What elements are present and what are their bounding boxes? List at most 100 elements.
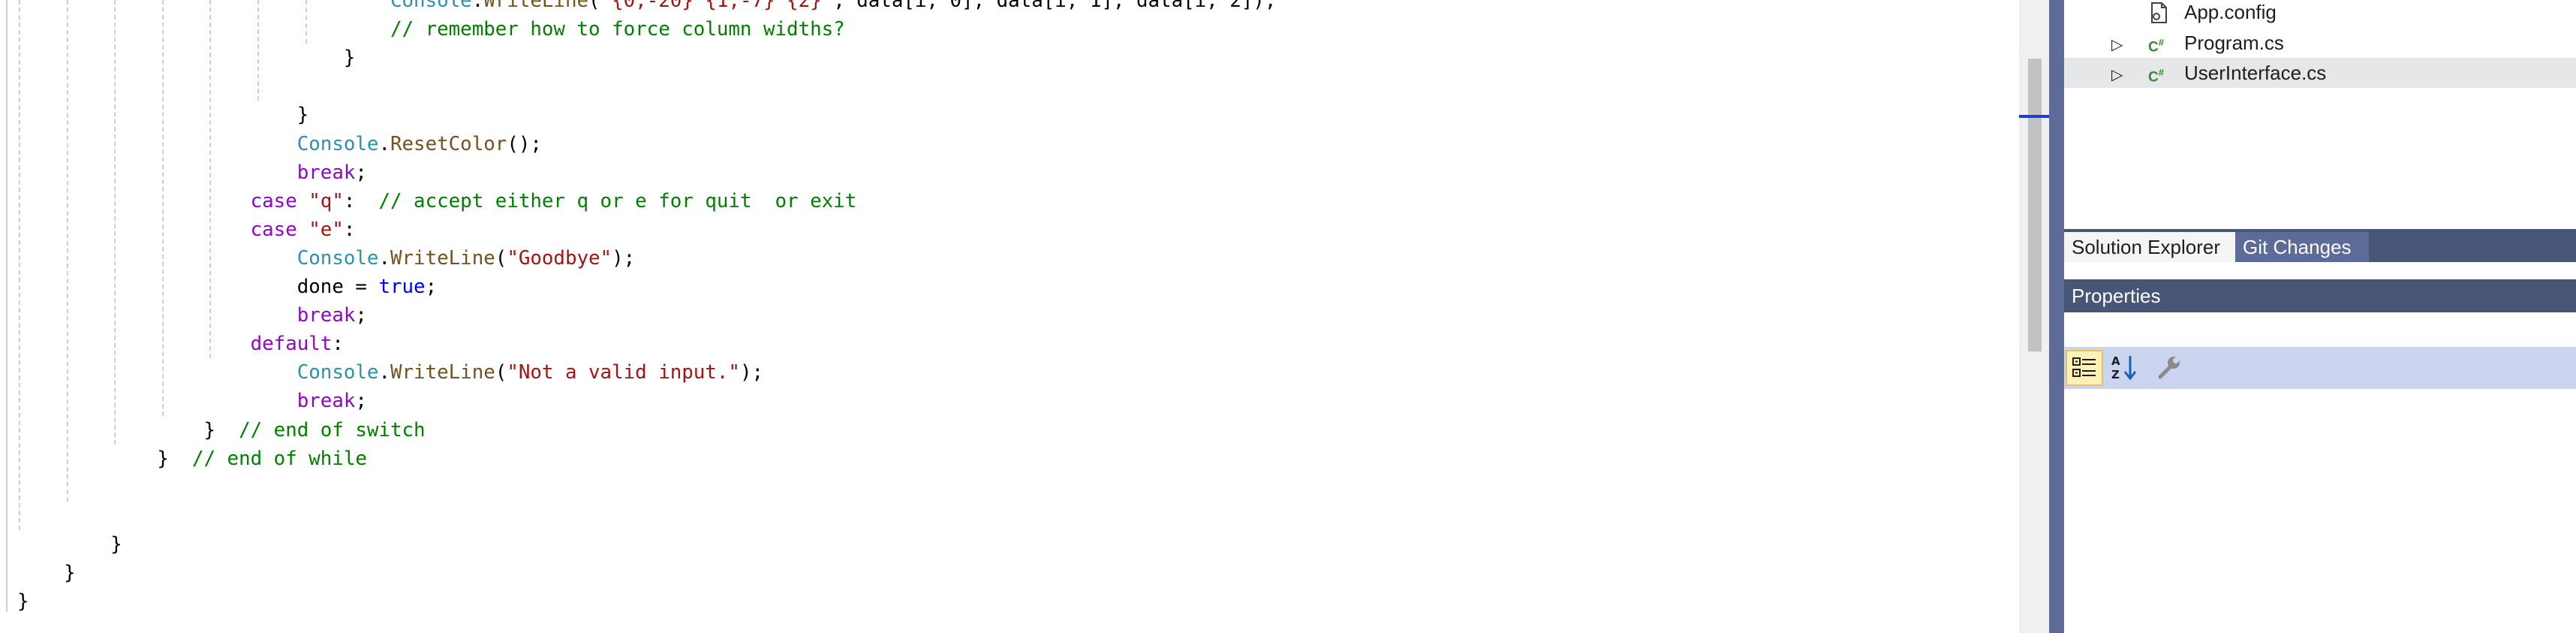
code-token: done = [17,276,379,298]
property-pages-button[interactable] [2151,350,2189,386]
code-line[interactable]: } [17,587,29,616]
code-line[interactable]: // remember how to force column widths? [17,15,845,44]
solution-explorer-tree: App.config ▷ C# Program.cs ▷ C# UserInte… [2064,0,2576,229]
code-token: ); [612,246,636,270]
code-line[interactable]: case "e": [17,216,356,244]
code-token: "Goodbye" [507,246,612,270]
code-line[interactable]: } [17,44,356,72]
config-file-icon [2148,2,2174,23]
code-token: // end of while [191,447,367,470]
code-token: "Not a valid input." [507,361,740,384]
code-token: break [296,390,356,413]
tool-window-tabs: Solution Explorer Git Changes [2064,229,2576,262]
code-token: } [17,562,76,584]
code-line[interactable]: } // end of while [17,445,367,473]
code-token: "q" [308,189,344,213]
code-token: Console [390,0,472,12]
code-token: break [296,161,356,184]
code-line[interactable]: case "q": // accept either q or e for qu… [17,187,857,216]
properties-object-selector[interactable] [2064,312,2576,345]
tool-window-panel: App.config ▷ C# Program.cs ▷ C# UserInte… [2064,0,2576,633]
code-line[interactable]: Console.ResetColor(); [17,130,542,158]
code-line[interactable]: Console.WriteLine("{0,-20} {1,-7} {2}", … [17,0,1276,15]
svg-text:Z: Z [2111,368,2120,381]
properties-grid [2064,389,2576,633]
code-token: ( [588,0,600,12]
code-token: ; [355,304,367,327]
csharp-file-icon: C# [2148,67,2164,86]
code-line[interactable]: Console.WriteLine("Not a valid input."); [17,358,763,387]
code-token: // end of switch [239,418,426,442]
code-token: ); [739,361,763,384]
code-token: WriteLine [483,0,589,12]
code-line[interactable]: Console.WriteLine("Goodbye"); [17,244,635,273]
code-token: WriteLine [390,361,495,384]
code-token: "{0,-20} {1,-7} {2}" [600,0,834,12]
categorized-button[interactable] [2066,350,2103,386]
alphabetical-button[interactable]: A Z [2108,350,2145,386]
code-token: Console [296,246,379,270]
panel-splitter[interactable] [2049,0,2064,633]
code-token: ; [355,161,367,184]
code-token: ( [495,361,507,384]
editor-vertical-scrollbar[interactable] [2019,0,2049,633]
code-line[interactable]: } // end of switch [17,416,426,445]
caret-position-marker [2019,115,2049,118]
properties-toolbar: A Z [2064,347,2576,389]
code-token: "e" [308,218,344,241]
code-token: . [471,0,484,12]
tree-item-app-config[interactable]: App.config [2064,0,2576,27]
code-token: } [17,532,122,556]
wrench-icon [2158,357,2180,379]
code-token: ; [425,276,438,298]
tree-item-label: App.config [2184,1,2277,23]
code-token: (); [507,132,542,155]
tree-item-label: UserInterface.cs [2184,62,2327,84]
code-token: : [343,189,379,213]
code-editor[interactable]: Console.WriteLine("{0,-20} {1,-7} {2}", … [0,0,2019,633]
code-token: : [332,333,344,356]
code-line[interactable]: default: [17,330,344,358]
tab-solution-explorer[interactable]: Solution Explorer [2064,232,2246,262]
expand-arrow-icon[interactable]: ▷ [2111,35,2123,53]
code-line[interactable]: break; [17,387,367,415]
code-line[interactable]: done = true; [17,273,437,301]
code-line[interactable]: } [17,559,76,587]
code-token: WriteLine [390,246,495,270]
code-line[interactable]: break; [17,301,367,330]
outline-margin-line [6,0,8,612]
code-token: . [378,132,390,155]
scrollbar-thumb[interactable] [2028,59,2042,351]
properties-title-bar: Properties [2064,279,2576,312]
code-token: ; [355,390,367,413]
code-line[interactable]: break; [17,158,367,187]
tree-item-program-cs[interactable]: ▷ C# Program.cs [2064,28,2576,58]
code-token: } [17,47,356,70]
svg-text:A: A [2111,354,2120,368]
code-token: } [17,104,309,127]
code-token: . [378,246,390,270]
code-line[interactable]: } [17,101,309,129]
categorized-icon [2072,357,2096,377]
tab-git-changes[interactable]: Git Changes [2235,232,2369,262]
tree-item-userinterface-cs[interactable]: ▷ C# UserInterface.cs [2064,58,2576,88]
expand-arrow-icon[interactable]: ▷ [2111,65,2123,83]
code-token: } [17,447,192,470]
code-line[interactable]: } [17,530,122,559]
code-token: default [250,333,333,356]
code-token: Console [296,361,379,384]
code-token: : [343,218,356,241]
